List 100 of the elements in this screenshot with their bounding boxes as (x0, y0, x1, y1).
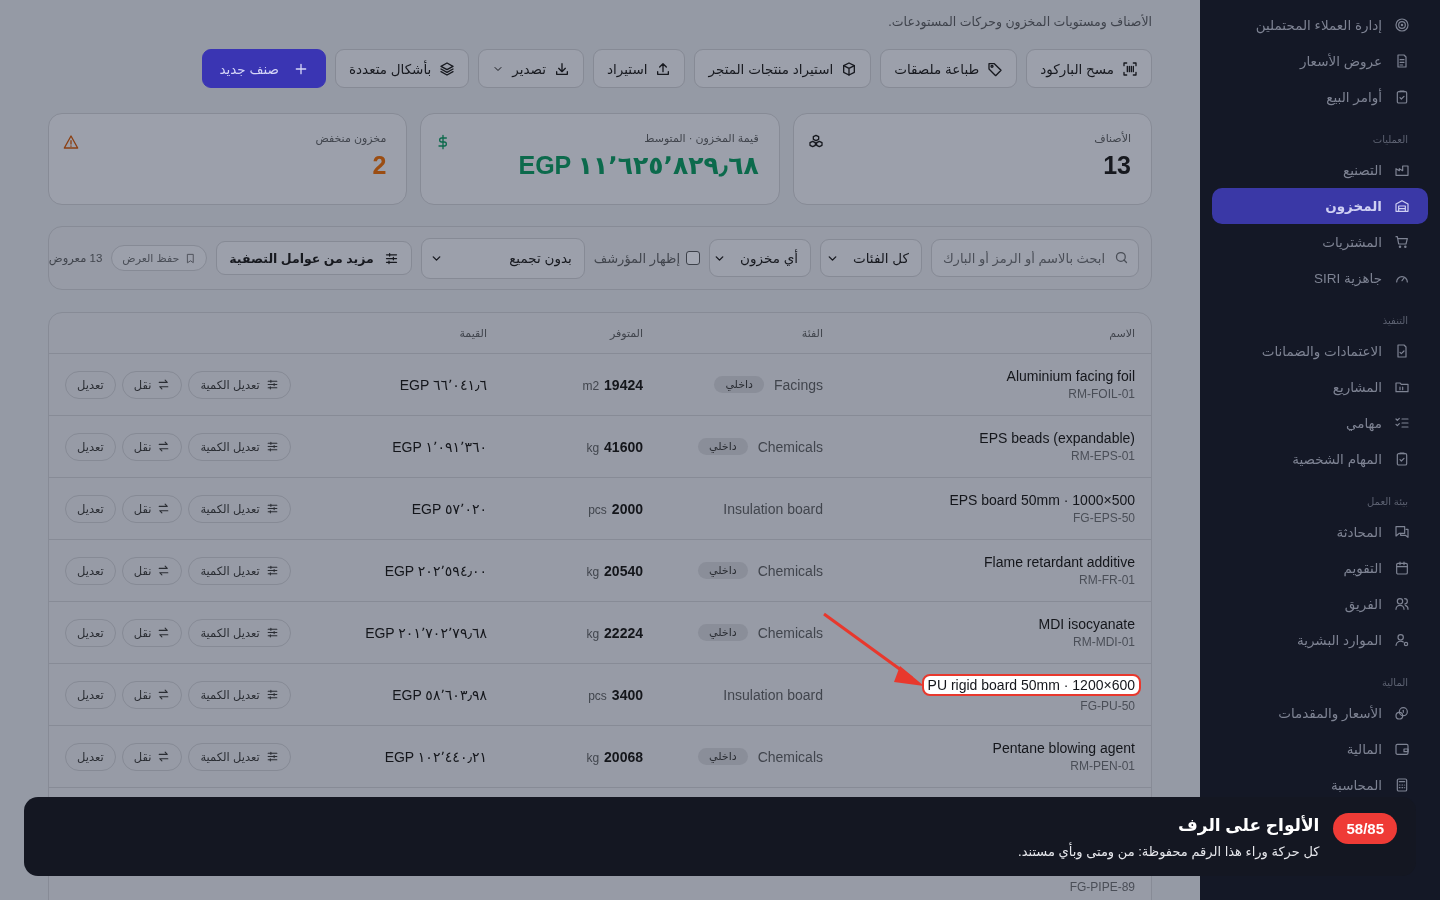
row-action-button[interactable]: تعديل (65, 556, 116, 585)
toolbar-button[interactable]: طباعة ملصقات (880, 49, 1018, 88)
row-action-button[interactable]: نقل (121, 680, 183, 709)
user-settings-icon (1394, 632, 1410, 648)
row-action-button[interactable]: تعديل (65, 432, 116, 461)
column-header: الاسم (1108, 326, 1136, 340)
row-action-button[interactable]: تعديل (65, 370, 116, 399)
row-action-button[interactable]: تعديل الكمية (188, 556, 291, 585)
item-sku: FG-PU-50 (1080, 699, 1135, 713)
calendar-icon (1394, 560, 1410, 576)
sidebar-item[interactable]: المحاسبة (1212, 767, 1428, 803)
item-sku: RM-EPS-01 (1071, 449, 1135, 463)
row-action-button[interactable]: تعديل الكمية (188, 742, 291, 771)
item-unit: kg (586, 750, 600, 765)
dropdown[interactable]: بدون تجميع (420, 237, 585, 279)
tag-icon (987, 60, 1004, 77)
item-tag: داخلي (698, 748, 748, 765)
row-action-button[interactable]: نقل (121, 556, 183, 585)
checkbox[interactable] (686, 251, 700, 265)
item-quantity: 19424 (604, 376, 643, 393)
save-view-button[interactable]: حفظ العرض (111, 245, 208, 271)
row-action-button[interactable]: تعديل الكمية (188, 680, 291, 709)
page-subtitle: الأصناف ومستويات المخزون وحركات المستودعات. (888, 14, 1152, 32)
row-action-button[interactable]: تعديل الكمية (188, 618, 291, 647)
item-category: Facings (773, 376, 823, 393)
sliders-icon (265, 440, 279, 453)
item-category: Chemicals (757, 438, 823, 455)
row-action-button[interactable]: نقل (121, 494, 183, 523)
sidebar-item[interactable]: الاعتمادات والضمانات (1212, 333, 1428, 369)
more-filters-button[interactable]: مزيد من عوامل التصفية (216, 241, 412, 275)
column-header: الفئة (800, 326, 824, 340)
sidebar-item[interactable]: المالية (1212, 731, 1428, 767)
result-count: 13 معروض (48, 251, 103, 265)
column-header: المتوفر (608, 326, 644, 340)
row-action-button[interactable]: تعديل الكمية (188, 370, 291, 399)
search-icon (1114, 250, 1129, 265)
sidebar-item[interactable]: إدارة العملاء المحتملين (1212, 7, 1428, 43)
swap-icon (157, 440, 171, 453)
item-sku: RM-MDI-01 (1073, 635, 1135, 649)
sidebar-item[interactable]: الفريق (1212, 586, 1428, 622)
layers-icon (439, 60, 456, 77)
item-quantity: 2000 (611, 500, 643, 517)
toolbar-button[interactable]: صنف جديد (202, 49, 326, 88)
checkbox-label[interactable]: إظهار المؤرشف (593, 250, 700, 266)
item-value: EGP ٢٠٢٬٥٩٤٫٠٠ (384, 562, 487, 579)
sidebar-item[interactable]: أوامر البيع (1212, 79, 1428, 115)
item-quantity: 20068 (604, 748, 643, 765)
toolbar-button[interactable]: بأشكال متعددة (334, 49, 470, 88)
sliders-icon (265, 378, 279, 391)
item-quantity: 22224 (604, 624, 643, 641)
dropdown[interactable]: أي مخزون (709, 239, 811, 277)
dropdown[interactable]: كل الفئات (820, 239, 922, 277)
item-name: EPS beads (expandable) (979, 430, 1135, 446)
sidebar-item[interactable]: المشاريع (1212, 369, 1428, 405)
sidebar-item[interactable]: الموارد البشرية (1212, 622, 1428, 658)
sliders-icon (265, 750, 279, 763)
item-name: Pentane blowing agent (992, 740, 1135, 756)
item-name: Flame retardant additive (984, 554, 1135, 570)
toolbar-button[interactable]: استيراد منتجات المتجر (694, 49, 872, 88)
toolbar-button[interactable]: استيراد (593, 49, 686, 88)
sidebar-item[interactable]: المخزون (1212, 188, 1428, 224)
row-action-button[interactable]: نقل (121, 618, 183, 647)
row-action-button[interactable]: نقل (121, 432, 183, 461)
cubes-icon (807, 134, 824, 150)
clipboard-icon (1394, 451, 1410, 467)
sidebar-item[interactable]: المشتريات (1212, 224, 1428, 260)
stat-label: الأصناف (1094, 132, 1131, 145)
row-action-button[interactable]: تعديل الكمية (188, 494, 291, 523)
stat-value: 13 (1103, 151, 1131, 180)
document-icon (1394, 53, 1410, 69)
row-action-button[interactable]: تعديل (65, 494, 116, 523)
sidebar-item[interactable]: التصنيع (1212, 152, 1428, 188)
sidebar-item[interactable]: المحادثة (1212, 514, 1428, 550)
download-icon (554, 60, 571, 77)
barcode-scan-icon (1122, 60, 1138, 77)
toolbar-button[interactable]: تصدير (478, 49, 585, 88)
toolbar-button[interactable]: مسح الباركود (1026, 49, 1152, 88)
section-heading: العمليات (1371, 133, 1409, 147)
row-action-button[interactable]: نقل (121, 370, 183, 399)
item-value: EGP ٥٧٬٠٢٠ (411, 500, 487, 517)
row-action-button[interactable]: تعديل (65, 742, 116, 771)
stat-label: مخزون منخفض (315, 132, 387, 145)
stat-value: EGP ١١٬٦٢٥٬٨٢٩٫٦٨ (518, 151, 759, 180)
sidebar-item[interactable]: جاهزية SIRI (1212, 260, 1428, 296)
sidebar-item[interactable]: الأسعار والمقدمات (1212, 695, 1428, 731)
item-quantity: 3400 (611, 686, 643, 703)
row-action-button[interactable]: تعديل (65, 618, 116, 647)
warning-icon (63, 134, 79, 150)
sidebar-item[interactable]: التقويم (1212, 550, 1428, 586)
row-action-button[interactable]: نقل (121, 742, 183, 771)
target-icon (1394, 17, 1410, 33)
item-unit: kg (586, 440, 600, 455)
row-action-button[interactable]: تعديل (65, 680, 116, 709)
sidebar-item[interactable]: مهامي (1212, 405, 1428, 441)
item-unit: kg (586, 626, 600, 641)
row-action-button[interactable]: تعديل الكمية (188, 432, 291, 461)
sidebar-item[interactable]: المهام الشخصية (1212, 441, 1428, 477)
item-value: EGP ١٠٢٬٤٤٠٫٢١ (384, 748, 487, 765)
item-unit: m2 (582, 378, 600, 393)
sidebar-item[interactable]: عروض الأسعار (1212, 43, 1428, 79)
